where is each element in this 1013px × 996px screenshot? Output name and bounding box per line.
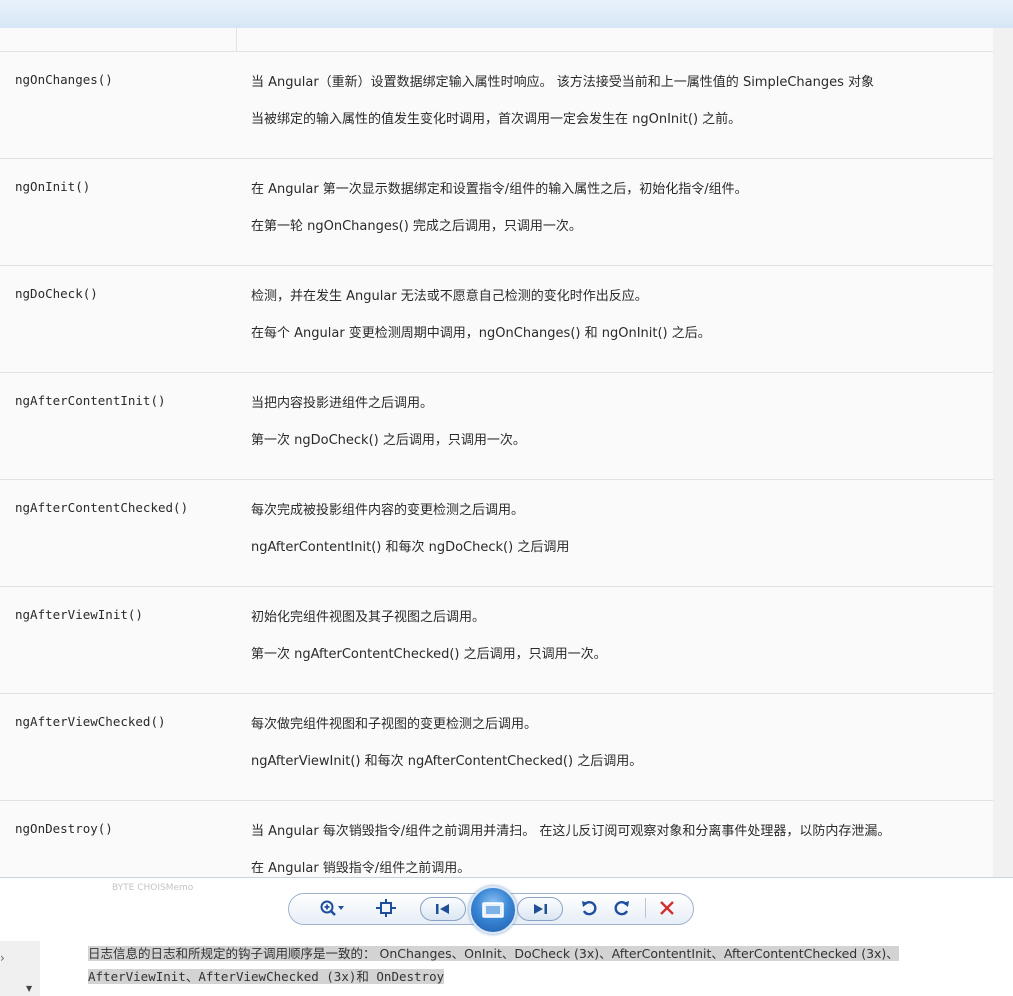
previous-icon[interactable]	[420, 897, 466, 921]
toolbar-separator	[645, 898, 646, 918]
window-title-bar	[0, 0, 1013, 29]
hook-description: 当 Angular（重新）设置数据绑定输入属性时响应。 该方法接受当前和上一属性…	[251, 75, 875, 90]
table-row: ngAfterContentChecked() 每次完成被投影组件内容的变更检测…	[0, 480, 993, 587]
header-divider	[236, 28, 237, 51]
hook-timing: 在每个 Angular 变更检测周期中调用，ngOnChanges() 和 ng…	[251, 326, 711, 341]
selected-log-text[interactable]: 日志信息的日志和所规定的钩子调用顺序是一致的： OnChanges、OnInit…	[88, 942, 1008, 988]
hook-timing: ngAfterViewInit() 和每次 ngAfterContentChec…	[251, 754, 643, 769]
vertical-scrollbar[interactable]	[993, 28, 1013, 877]
hook-timing: 第一次 ngDoCheck() 之后调用，只调用一次。	[251, 433, 526, 448]
log-line-1: 日志信息的日志和所规定的钩子调用顺序是一致的： OnChanges、OnInit…	[88, 946, 899, 961]
hook-name: ngOnDestroy()	[15, 821, 113, 836]
table-row: ngDoCheck() 检测，并在发生 Angular 无法或不愿意自己检测的变…	[0, 266, 993, 373]
left-gutter	[0, 941, 40, 996]
log-line-2: AfterViewInit、AfterViewChecked (3x)和 OnD…	[88, 969, 445, 984]
hook-description: 每次做完组件视图和子视图的变更检测之后调用。	[251, 717, 538, 732]
chevron-right-icon[interactable]: ›	[0, 951, 5, 965]
hook-description: 每次完成被投影组件内容的变更检测之后调用。	[251, 503, 525, 518]
table-row: ngAfterViewInit() 初始化完组件视图及其子视图之后调用。 第一次…	[0, 587, 993, 694]
hook-name: ngAfterViewChecked()	[15, 714, 166, 729]
hook-name: ngAfterContentChecked()	[15, 500, 189, 515]
hook-description: 初始化完组件视图及其子视图之后调用。	[251, 610, 486, 625]
hook-description: 当 Angular 每次销毁指令/组件之前调用并清扫。 在这儿反订阅可观察对象和…	[251, 824, 891, 839]
zoom-in-icon[interactable]	[312, 893, 352, 923]
table-row: ngAfterViewChecked() 每次做完组件视图和子视图的变更检测之后…	[0, 694, 993, 801]
dropdown-arrow-icon[interactable]: ▼	[26, 984, 32, 993]
delete-icon[interactable]	[653, 893, 681, 923]
hook-timing: 在第一轮 ngOnChanges() 完成之后调用，只调用一次。	[251, 219, 582, 234]
hook-description: 当把内容投影进组件之后调用。	[251, 396, 434, 411]
hook-timing: 第一次 ngAfterContentChecked() 之后调用，只调用一次。	[251, 647, 607, 662]
hook-timing: ngAfterContentInit() 和每次 ngDoCheck() 之后调…	[251, 540, 570, 555]
hook-timing: 在 Angular 销毁指令/组件之前调用。	[251, 861, 471, 876]
table-row: ngOnInit() 在 Angular 第一次显示数据绑定和设置指令/组件的输…	[0, 159, 993, 266]
hook-name: ngDoCheck()	[15, 286, 98, 301]
hook-name: ngOnInit()	[15, 179, 91, 194]
background-caption: BYTE CHOISMemo	[112, 883, 194, 893]
next-icon[interactable]	[517, 897, 563, 921]
actual-size-icon[interactable]	[372, 893, 400, 923]
hook-description: 在 Angular 第一次显示数据绑定和设置指令/组件的输入属性之后，初始化指令…	[251, 182, 748, 197]
rotate-clockwise-icon[interactable]	[608, 893, 636, 923]
hook-name: ngAfterViewInit()	[15, 607, 143, 622]
table-row: ngOnDestroy() 当 Angular 每次销毁指令/组件之前调用并清扫…	[0, 801, 993, 877]
table-row: ngAfterContentInit() 当把内容投影进组件之后调用。 第一次 …	[0, 373, 993, 480]
rotate-counterclockwise-icon[interactable]	[575, 893, 603, 923]
hook-timing: 当被绑定的输入属性的值发生变化时调用，首次调用一定会发生在 ngOnInit()…	[251, 112, 742, 127]
slideshow-icon[interactable]	[469, 886, 517, 934]
hook-description: 检测，并在发生 Angular 无法或不愿意自己检测的变化时作出反应。	[251, 289, 648, 304]
table-header	[0, 28, 993, 52]
table-row: ngOnChanges() 当 Angular（重新）设置数据绑定输入属性时响应…	[0, 52, 993, 159]
hook-name: ngAfterContentInit()	[15, 393, 166, 408]
lifecycle-hooks-table: ngOnChanges() 当 Angular（重新）设置数据绑定输入属性时响应…	[0, 28, 993, 877]
hook-name: ngOnChanges()	[15, 72, 113, 87]
